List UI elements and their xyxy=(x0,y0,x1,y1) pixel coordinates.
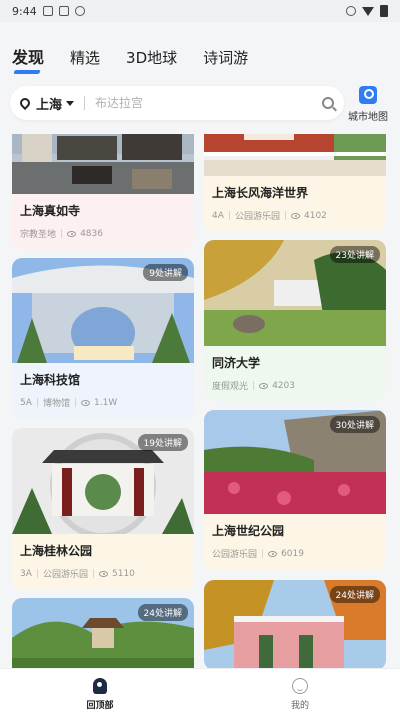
meta-separator: | xyxy=(91,568,95,579)
attraction-photo: 24处讲解 xyxy=(204,580,386,668)
attraction-card[interactable]: 19处讲解 上海桂林公园 3A | 公园游乐园 | 5110 xyxy=(12,428,194,590)
meta-separator: | xyxy=(35,568,39,579)
meta-separator: | xyxy=(35,397,39,408)
attraction-title: 上海世纪公园 xyxy=(212,524,285,538)
attraction-card[interactable]: 23处讲解 同济大学 度假观光 | 4203 xyxy=(204,240,386,402)
eye-icon xyxy=(268,550,278,557)
attraction-title: 同济大学 xyxy=(212,356,261,370)
meta-separator: | xyxy=(227,210,231,221)
audio-guide-badge: 24处讲解 xyxy=(329,586,380,603)
attraction-card[interactable]: 9处讲解 上海科技馆 5A | 博物馆 | 1.1W xyxy=(12,258,194,419)
city-selector[interactable]: 上海 xyxy=(36,94,62,113)
eye-icon xyxy=(67,230,77,237)
attraction-category: 公园游乐园 xyxy=(234,212,280,222)
meta-separator: | xyxy=(252,380,256,391)
search-row: 上海 城市地图 xyxy=(10,86,394,123)
attraction-photo: 9处讲解 xyxy=(12,258,194,363)
app-a-icon xyxy=(58,6,69,16)
profile-face-icon xyxy=(292,678,308,694)
attraction-title: 上海桂林公园 xyxy=(20,544,93,558)
meta-separator: | xyxy=(283,210,287,221)
attraction-photo: 23处讲解 xyxy=(204,240,386,346)
meta-separator: | xyxy=(60,228,64,239)
notification-icon xyxy=(42,6,53,16)
attraction-card[interactable]: 24处讲解 xyxy=(204,580,386,668)
sync-icon xyxy=(74,6,85,16)
attraction-views: 1.1W xyxy=(94,397,118,408)
tab-poetry-travel[interactable]: 诗词游 xyxy=(203,47,248,68)
attraction-title: 上海真如寺 xyxy=(20,204,81,218)
audio-guide-badge: 30处讲解 xyxy=(329,416,380,433)
audio-guide-badge: 23处讲解 xyxy=(329,246,380,263)
top-tabs: 发现 精选 3D地球 诗词游 xyxy=(12,44,248,68)
attraction-photo: 24处讲解 xyxy=(12,598,194,668)
attraction-views: 6019 xyxy=(281,548,304,559)
attraction-level: 5A xyxy=(20,397,32,408)
attraction-meta: 3A | 公园游乐园 | 5110 xyxy=(20,567,186,581)
attraction-views: 4836 xyxy=(80,228,103,239)
status-bar: 9:44 xyxy=(0,0,400,22)
eye-icon xyxy=(99,570,108,577)
eye-icon xyxy=(81,399,90,406)
attraction-card[interactable]: 30处讲解 上海世纪公园 公园游乐园 | 6019 xyxy=(204,410,386,570)
wifi-icon xyxy=(362,6,374,16)
search-icon[interactable] xyxy=(322,97,334,109)
search-bar[interactable]: 上海 xyxy=(10,86,344,120)
nav-label: 回顶部 xyxy=(86,701,114,711)
nav-mine[interactable]: 我的 xyxy=(200,669,400,720)
battery-icon xyxy=(380,5,388,17)
nav-label: 我的 xyxy=(290,701,309,711)
tab-featured[interactable]: 精选 xyxy=(70,47,100,68)
attraction-card[interactable]: 24处讲解 xyxy=(12,598,194,668)
attraction-photo: 30处讲解 xyxy=(204,410,386,514)
attraction-feed: 上海真如寺 宗教圣地 | 4836 9处讲解 上海科技馆 5A | 博物馆 | … xyxy=(12,134,388,668)
city-map-button[interactable]: 城市地图 xyxy=(346,86,390,123)
attraction-title: 上海科技馆 xyxy=(20,373,81,387)
attraction-views: 4102 xyxy=(304,210,327,221)
city-map-icon xyxy=(359,86,377,104)
meta-separator: | xyxy=(261,548,265,559)
attraction-card[interactable]: 上海长风海洋世界 4A | 公园游乐园 | 4102 xyxy=(204,134,386,232)
caret-down-icon[interactable] xyxy=(66,100,75,106)
attraction-title: 上海长风海洋世界 xyxy=(212,186,309,200)
attraction-category: 公园游乐园 xyxy=(212,550,258,560)
status-time: 9:44 xyxy=(12,4,37,18)
attraction-category: 宗教圣地 xyxy=(20,230,57,240)
audio-guide-badge: 9处讲解 xyxy=(143,264,188,281)
search-input[interactable] xyxy=(95,96,322,110)
attraction-level: 4A xyxy=(212,210,224,221)
search-divider xyxy=(84,96,86,110)
location-pin-icon xyxy=(17,95,33,111)
attraction-photo xyxy=(204,134,386,176)
attraction-category: 博物馆 xyxy=(42,399,70,409)
nav-back-to-top[interactable]: 回顶部 xyxy=(0,669,200,720)
city-map-label: 城市地图 xyxy=(348,112,388,123)
rocket-icon xyxy=(93,678,107,694)
eye-icon xyxy=(259,382,269,389)
tab-discover[interactable]: 发现 xyxy=(12,44,44,68)
attraction-card[interactable]: 上海真如寺 宗教圣地 | 4836 xyxy=(12,134,194,250)
attraction-meta: 度假观光 | 4203 xyxy=(212,379,378,393)
audio-guide-badge: 24处讲解 xyxy=(137,604,188,621)
attraction-meta: 5A | 博物馆 | 1.1W xyxy=(20,396,186,410)
attraction-photo: 19处讲解 xyxy=(12,428,194,534)
eye-icon xyxy=(291,212,300,219)
bottom-nav: 回顶部 我的 xyxy=(0,668,400,720)
tab-3d-earth[interactable]: 3D地球 xyxy=(126,47,177,68)
attraction-views: 4203 xyxy=(272,380,295,391)
attraction-meta: 公园游乐园 | 6019 xyxy=(212,547,378,561)
dnd-icon xyxy=(346,6,356,16)
attraction-photo xyxy=(12,134,194,194)
attraction-level: 3A xyxy=(20,568,32,579)
attraction-meta: 4A | 公园游乐园 | 4102 xyxy=(212,209,378,223)
attraction-meta: 宗教圣地 | 4836 xyxy=(20,227,186,241)
audio-guide-badge: 19处讲解 xyxy=(137,434,188,451)
attraction-category: 公园游乐园 xyxy=(42,570,88,580)
attraction-category: 度假观光 xyxy=(212,382,249,392)
meta-separator: | xyxy=(73,397,77,408)
attraction-views: 5110 xyxy=(112,568,135,579)
